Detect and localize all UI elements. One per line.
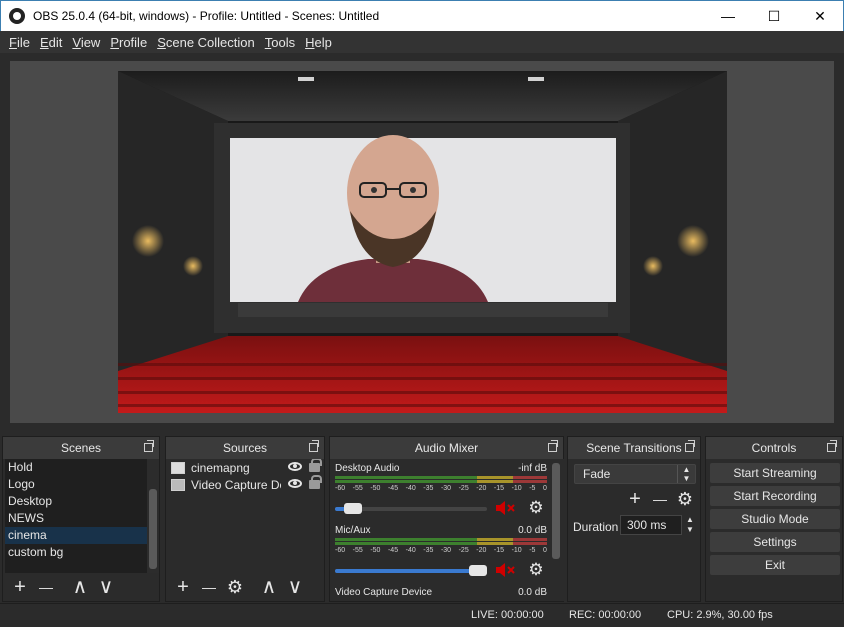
duration-label: Duration [573,520,619,534]
channel-name: Mic/Aux [335,525,371,536]
minimize-button[interactable]: — [705,1,751,31]
scene-item-desktop[interactable]: Desktop [5,493,149,510]
add-scene-button[interactable]: + [9,576,31,598]
move-scene-down-button[interactable]: ∨ [95,576,117,598]
channel-settings-gear-icon[interactable]: ⚙ [528,561,544,578]
duration-spin-icon[interactable]: ▲ ▼ [682,515,698,535]
menu-file[interactable]: File [4,35,35,50]
scenes-title: Scenes [60,441,102,455]
lock-icon[interactable] [309,475,322,489]
scene-item-custom-bg[interactable]: custom bg [5,544,149,561]
controls-dock: Controls Start Streaming Start Recording… [705,436,843,602]
camera-icon [171,478,185,491]
remove-transition-button[interactable]: — [649,488,671,510]
title-bar: OBS 25.0.4 (64-bit, windows) - Profile: … [0,0,844,31]
channel-name: Desktop Audio [335,463,400,474]
channel-db: 0.0 dB [518,587,547,598]
transition-properties-button[interactable]: ⚙ [674,488,696,510]
muted-speaker-icon[interactable] [495,500,515,516]
remove-source-button[interactable]: — [198,576,220,598]
settings-button[interactable]: Settings [710,532,840,552]
channel-name: Video Capture Device [335,587,433,598]
float-dock-icon[interactable] [827,440,837,452]
volume-meter [335,538,547,547]
float-dock-icon[interactable] [309,440,319,452]
menu-profile[interactable]: Profile [105,35,152,50]
mixer-scrollbar[interactable] [550,459,562,601]
mixer-channel-mic-aux: Mic/Aux 0.0 dB -60 -55 -50 -45 -40 -35 -30 -25-… [335,525,547,585]
channel-settings-gear-icon[interactable]: ⚙ [528,499,544,516]
move-scene-up-button[interactable]: ∧ [69,576,91,598]
scene-item-cinema[interactable]: cinema [5,527,149,544]
audio-mixer-dock: Audio Mixer Desktop Audio -inf dB -60 -55… [329,436,564,602]
scenes-list[interactable]: Hold Logo Desktop NEWS cinema custom bg [5,459,149,573]
source-properties-button[interactable]: ⚙ [224,576,246,598]
float-dock-icon[interactable] [548,440,558,452]
select-spin-icon[interactable]: ▲ ▼ [677,465,695,483]
sources-list[interactable]: cinemapng Video Capture Dev [168,459,324,573]
scene-transitions-dock: Scene Transitions Fade ▲ ▼ + — ⚙ Duration… [567,436,701,602]
start-streaming-button[interactable]: Start Streaming [710,463,840,483]
mixer-channel-video-capture: Video Capture Device 0.0 dB [335,587,547,601]
move-source-down-button[interactable]: ∨ [284,576,306,598]
window-title: OBS 25.0.4 (64-bit, windows) - Profile: … [33,9,380,23]
lock-icon[interactable] [309,459,322,472]
volume-slider[interactable] [335,503,487,514]
cinema-scene-image [118,71,727,413]
mixer-channel-desktop-audio: Desktop Audio -inf dB -60 -55 -50 -45 -40 -35… [335,463,547,523]
add-source-button[interactable]: + [172,576,194,598]
muted-speaker-icon[interactable] [495,562,515,578]
obs-logo-icon [9,8,25,24]
volume-slider[interactable] [335,565,487,576]
meter-scale: -60 -55 -50 -45 -40 -35 -30 -25 -20 -15 -10 -5 0 [335,485,547,492]
menu-tools[interactable]: Tools [260,35,300,50]
float-dock-icon[interactable] [685,440,695,452]
scene-item-news[interactable]: NEWS [5,510,149,527]
scenes-scrollbar[interactable] [147,459,159,573]
menu-bar: File Edit View Profile Scene Collection … [0,31,844,53]
scenes-dock: Scenes Hold Logo Desktop NEWS cinema cus… [2,436,160,602]
menu-edit[interactable]: Edit [35,35,67,50]
preview-canvas[interactable] [118,71,727,413]
audio-mixer-title: Audio Mixer [414,441,479,455]
move-source-up-button[interactable]: ∧ [258,576,280,598]
live-status: LIVE: 00:00:00 [471,609,544,621]
add-transition-button[interactable]: + [624,488,646,510]
remove-scene-button[interactable]: — [35,576,57,598]
cpu-status: CPU: 2.9%, 30.00 fps [667,609,773,621]
status-bar: LIVE: 00:00:00 REC: 00:00:00 CPU: 2.9%, … [0,603,844,627]
menu-scene-collection[interactable]: Scene Collection [152,35,260,50]
source-item-video-capture[interactable]: Video Capture Dev [168,475,324,493]
scene-item-logo[interactable]: Logo [5,476,149,493]
controls-title: Controls [751,441,797,455]
scene-transitions-title: Scene Transitions [586,441,682,455]
image-icon [171,461,185,474]
visibility-eye-icon[interactable] [288,462,302,471]
sources-title: Sources [222,441,268,455]
scene-item-hold[interactable]: Hold [5,459,149,476]
visibility-eye-icon[interactable] [288,479,302,488]
float-dock-icon[interactable] [144,440,154,452]
menu-help[interactable]: Help [300,35,337,50]
channel-db: 0.0 dB [518,525,547,536]
duration-input[interactable]: 300 ms [620,515,682,535]
source-item-cinemapng[interactable]: cinemapng [168,459,324,476]
menu-view[interactable]: View [67,35,105,50]
volume-meter [335,476,547,485]
maximize-button[interactable]: ☐ [751,1,797,31]
close-button[interactable]: ✕ [797,1,843,31]
start-recording-button[interactable]: Start Recording [710,486,840,506]
transition-select[interactable]: Fade ▲ ▼ [574,464,696,484]
channel-db: -inf dB [518,463,547,474]
exit-button[interactable]: Exit [710,555,840,575]
meter-scale: -60 -55 -50 -45 -40 -35 -30 -25 -20 -15 -10 -5 0 [335,547,547,554]
rec-status: REC: 00:00:00 [569,609,642,621]
studio-mode-button[interactable]: Studio Mode [710,509,840,529]
sources-dock: Sources cinemapng Video Capture Dev + — … [165,436,325,602]
